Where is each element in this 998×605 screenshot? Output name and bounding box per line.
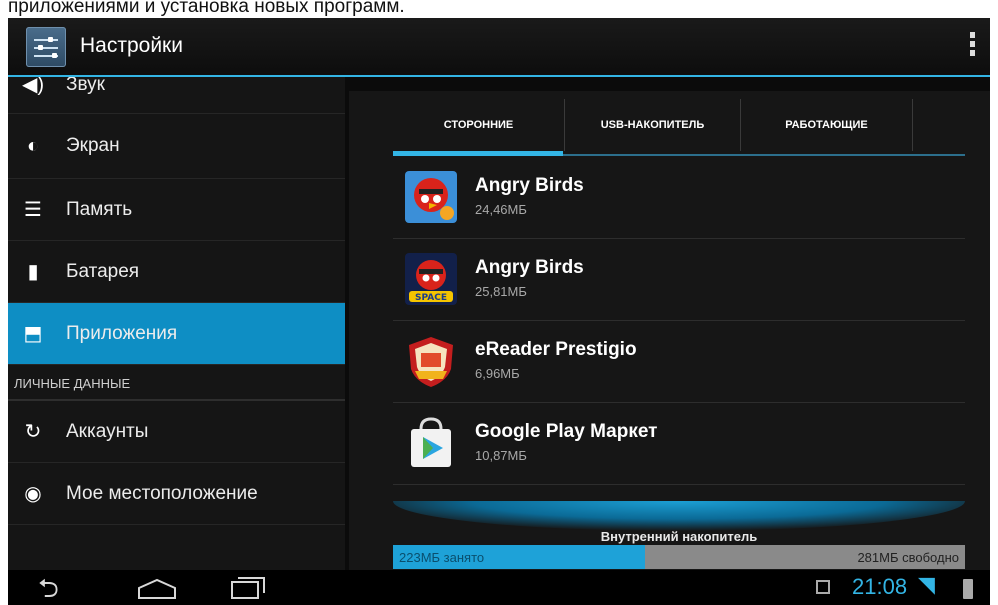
app-name: eReader Prestigio [475,339,637,360]
sidebar-item-label: Экран [66,135,120,156]
ereader-icon [409,337,453,387]
section-header-personal: ЛИЧНЫЕ ДАННЫЕ [8,365,345,401]
brightness-icon: ◐ [26,135,40,157]
app-tabs: СТОРОННИЕ USB-НАКОПИТЕЛЬ РАБОТАЮЩИЕ [393,99,965,156]
back-icon[interactable]: ⮌ [38,575,59,601]
action-bar: Настройки [8,18,990,77]
tab-usb-storage[interactable]: USB-НАКОПИТЕЛЬ [565,99,741,151]
location-icon: ◉ [24,482,42,505]
apps-content: СТОРОННИЕ USB-НАКОПИТЕЛЬ РАБОТАЮЩИЕ Angr… [345,77,990,570]
storage-summary: Внутренний накопитель 223МБ занято 281МБ… [393,501,965,570]
sidebar-item-apps[interactable]: ⬒ Приложения [8,303,345,365]
sidebar-item-label: Мое местоположение [66,482,258,504]
battery-status-icon [963,579,973,599]
system-bar: ⮌ 21:08 ◥ [8,570,990,605]
app-size: 6,96МБ [475,366,520,381]
sidebar-item-storage[interactable]: ☰ Память [8,179,345,241]
sidebar-item-sound[interactable]: ◀) Звук [8,77,345,114]
app-name: Angry Birds [475,175,584,196]
sidebar-item-label: Звук [66,77,105,95]
angry-birds-rio-icon [405,171,457,223]
sidebar-item-accounts[interactable]: ↻ Аккаунты [8,401,345,463]
storage-used-text: 223МБ занято [399,550,485,565]
play-store-icon [411,417,451,467]
android-screen: Настройки ◀) Звук ◐ Экран ☰ Память ▮ Бат… [8,18,990,605]
storage-icon: ☰ [24,198,42,221]
app-size: 24,46МБ [475,202,527,217]
storage-free-text: 281МБ свободно [857,550,959,565]
tab-running[interactable]: РАБОТАЮЩИЕ [741,99,913,151]
settings-sidebar: ◀) Звук ◐ Экран ☰ Память ▮ Батарея ⬒ При… [8,77,345,570]
wifi-icon: ◥ [918,572,935,597]
storage-title: Внутренний накопитель [600,529,758,544]
recent-apps-icon[interactable] [230,576,266,600]
sidebar-item-label: Приложения [66,322,178,344]
sidebar-item-location[interactable]: ◉ Мое местоположение [8,463,345,525]
app-size: 25,81МБ [475,284,527,299]
svg-text:SPACE: SPACE [415,293,447,303]
app-list-item[interactable]: eReader Prestigio 6,96МБ [393,321,965,403]
tab-downloaded[interactable]: СТОРОННИЕ [393,99,565,151]
gallery-icon [816,580,830,594]
apps-panel: СТОРОННИЕ USB-НАКОПИТЕЛЬ РАБОТАЮЩИЕ Angr… [349,91,990,570]
tab-selected-indicator [393,151,563,156]
battery-icon: ▮ [27,260,39,283]
settings-app-icon[interactable] [26,27,66,67]
home-icon[interactable] [136,578,178,600]
storage-bar: 223МБ занято 281МБ свободно [393,545,965,569]
volume-icon: ◀) [22,77,45,96]
status-time: 21:08 [852,574,908,599]
app-list-item[interactable]: SPACE Angry Birds 25,81МБ [393,239,965,321]
sync-icon: ↻ [24,420,42,443]
app-list-item[interactable]: Angry Birds 24,46МБ [393,157,965,239]
sidebar-item-label: Память [66,198,133,220]
sidebar-item-label: Батарея [66,260,140,282]
apps-icon: ⬒ [23,322,43,345]
sidebar-item-battery[interactable]: ▮ Батарея [8,241,345,303]
app-list-item[interactable]: Google Play Маркет 10,87МБ [393,403,965,485]
app-size: 10,87МБ [475,448,527,463]
app-name: Google Play Маркет [475,421,658,442]
app-name: Angry Birds [475,257,584,278]
angry-birds-space-icon: SPACE [405,253,457,305]
sidebar-item-display[interactable]: ◐ Экран [8,114,345,179]
storage-glow [393,501,965,531]
app-title: Настройки [80,34,183,57]
sidebar-item-label: Аккаунты [66,420,149,442]
overflow-menu-icon[interactable] [970,32,976,62]
